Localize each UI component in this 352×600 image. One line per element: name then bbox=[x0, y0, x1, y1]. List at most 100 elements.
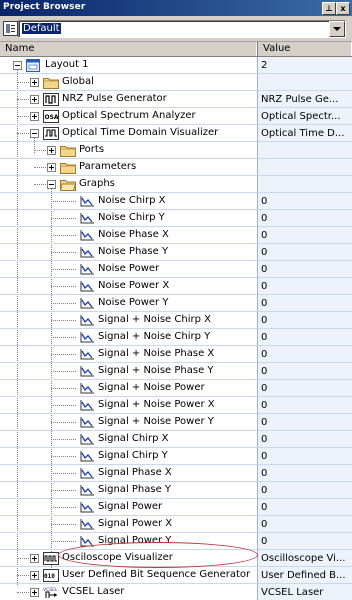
svg-text:010: 010 bbox=[44, 573, 55, 580]
tree-item-graph[interactable]: Signal + Noise Chirp X 0 bbox=[0, 312, 352, 329]
tree-item-label: NRZ Pulse Generator bbox=[62, 93, 167, 104]
tree-item-label: Signal + Noise Power X bbox=[98, 399, 215, 410]
tree-item-vcsel-laser[interactable]: VCSEL VCSEL Laser VCSEL Laser bbox=[0, 584, 352, 600]
tree-item-ports[interactable]: Ports bbox=[0, 142, 352, 159]
tree-item-graph[interactable]: Noise Power 0 bbox=[0, 261, 352, 278]
tree-item-value: Oscilloscope Vi... bbox=[261, 553, 346, 564]
tree-item-graph[interactable]: Noise Power Y 0 bbox=[0, 295, 352, 312]
collapse-icon[interactable] bbox=[13, 61, 22, 70]
graph-icon bbox=[79, 433, 95, 446]
tree-item-graph[interactable]: Signal + Noise Power Y 0 bbox=[0, 414, 352, 431]
tree-item-label: Signal + Noise Power Y bbox=[98, 416, 214, 427]
tree-item-graph[interactable]: Signal + Noise Phase Y 0 bbox=[0, 363, 352, 380]
chevron-down-icon[interactable] bbox=[329, 21, 345, 37]
tree-item-nrz-pulse-generator[interactable]: NRZ Pulse Generator NRZ Pulse Ge... bbox=[0, 91, 352, 108]
graph-icon bbox=[79, 484, 95, 497]
tree-item-label: Optical Spectrum Analyzer bbox=[62, 110, 196, 121]
tree-item-label: Signal Power bbox=[98, 501, 163, 512]
layout-list-icon[interactable] bbox=[3, 21, 18, 36]
tree-item-value: 0 bbox=[261, 349, 268, 360]
expand-icon[interactable] bbox=[30, 78, 39, 87]
tree-item-label: Noise Power bbox=[98, 263, 160, 274]
tree-item-graph[interactable]: Signal Power 0 bbox=[0, 499, 352, 516]
tree-item-value: 0 bbox=[261, 519, 268, 530]
tree-item-value: 0 bbox=[261, 451, 268, 462]
tree-item-graph[interactable]: Signal Chirp X 0 bbox=[0, 431, 352, 448]
tree-item-graph[interactable]: Signal Power Y 0 bbox=[0, 533, 352, 550]
tree-item-graphs[interactable]: Graphs bbox=[0, 176, 352, 193]
graph-icon bbox=[79, 348, 95, 361]
folder-icon bbox=[43, 76, 59, 89]
tree-item-graph[interactable]: Signal Phase X 0 bbox=[0, 465, 352, 482]
pin-button[interactable]: ⊥ bbox=[322, 2, 336, 15]
tree-item-value: 0 bbox=[261, 417, 268, 428]
tree-item-label: Ports bbox=[79, 144, 105, 155]
tree-item-graph[interactable]: Signal Power X 0 bbox=[0, 516, 352, 533]
tree-item-graph[interactable]: Signal + Noise Power X 0 bbox=[0, 397, 352, 414]
expand-icon[interactable] bbox=[30, 571, 39, 580]
expand-icon[interactable] bbox=[30, 95, 39, 104]
time-domain-visualizer-icon bbox=[43, 127, 59, 140]
pulse-generator-icon bbox=[43, 93, 59, 106]
tree-item-graph[interactable]: Noise Chirp Y 0 bbox=[0, 210, 352, 227]
tree-item-value: 0 bbox=[261, 298, 268, 309]
tree-item-value: 0 bbox=[261, 315, 268, 326]
tree-item-layout[interactable]: Layout 1 2 bbox=[0, 57, 352, 74]
expand-icon[interactable] bbox=[30, 112, 39, 121]
tree-item-label: VCSEL Laser bbox=[62, 586, 125, 597]
tree-item-user-defined-bit-sequence-generator[interactable]: 010 User Defined Bit Sequence Generator … bbox=[0, 567, 352, 584]
tree-item-oscilloscope-visualizer[interactable]: Osciloscope Visualizer Oscilloscope Vi..… bbox=[0, 550, 352, 567]
collapse-icon[interactable] bbox=[47, 180, 56, 189]
layout-select[interactable]: Default bbox=[18, 20, 346, 38]
tree-item-graph[interactable]: Signal + Noise Phase X 0 bbox=[0, 346, 352, 363]
tree-item-parameters[interactable]: Parameters bbox=[0, 159, 352, 176]
tree-item-label: Signal Phase Y bbox=[98, 484, 172, 495]
tree-item-graph[interactable]: Noise Phase X 0 bbox=[0, 227, 352, 244]
tree-item-value: 0 bbox=[261, 196, 268, 207]
graph-icon bbox=[79, 416, 95, 429]
tree-item-graph[interactable]: Noise Chirp X 0 bbox=[0, 193, 352, 210]
tree-item-value: VCSEL Laser bbox=[261, 587, 324, 598]
tree-item-label: Signal Chirp Y bbox=[98, 450, 168, 461]
expand-icon[interactable] bbox=[47, 163, 56, 172]
tree-item-graph[interactable]: Signal + Noise Chirp Y 0 bbox=[0, 329, 352, 346]
expand-icon[interactable] bbox=[30, 588, 39, 597]
tree-item-global[interactable]: Global bbox=[0, 74, 352, 91]
collapse-icon[interactable] bbox=[30, 129, 39, 138]
tree-item-value: 0 bbox=[261, 230, 268, 241]
tree-item-label: Noise Chirp X bbox=[98, 195, 166, 206]
tree-item-label: Osciloscope Visualizer bbox=[62, 552, 173, 563]
graph-icon bbox=[79, 518, 95, 531]
tree-item-value: 0 bbox=[261, 281, 268, 292]
column-header-value[interactable]: Value bbox=[258, 42, 352, 56]
folder-icon bbox=[60, 144, 76, 157]
tree-item-value: 0 bbox=[261, 434, 268, 445]
svg-text:OSA: OSA bbox=[45, 114, 59, 121]
tree-item-label: Noise Chirp Y bbox=[98, 212, 165, 223]
tree-item-graph[interactable]: Noise Phase Y 0 bbox=[0, 244, 352, 261]
graph-icon bbox=[79, 501, 95, 514]
expand-icon[interactable] bbox=[30, 554, 39, 563]
tree-item-graph[interactable]: Noise Power X 0 bbox=[0, 278, 352, 295]
tree-item-optical-spectrum-analyzer[interactable]: OSA Optical Spectrum Analyzer Optical Sp… bbox=[0, 108, 352, 125]
tree-item-label: Signal Chirp X bbox=[98, 433, 169, 444]
tree-item-label: Optical Time Domain Visualizer bbox=[62, 127, 219, 138]
project-tree: Layout 1 2 Global NRZ Pulse Generator NR… bbox=[0, 57, 352, 600]
tree-item-graph[interactable]: Signal + Noise Power 0 bbox=[0, 380, 352, 397]
graph-icon bbox=[79, 212, 95, 225]
tree-item-value: 0 bbox=[261, 502, 268, 513]
tree-item-graph[interactable]: Signal Phase Y 0 bbox=[0, 482, 352, 499]
tree-item-value: 0 bbox=[261, 536, 268, 547]
expand-icon[interactable] bbox=[47, 146, 56, 155]
graph-icon bbox=[79, 365, 95, 378]
tree-item-optical-time-domain-visualizer[interactable]: Optical Time Domain Visualizer Optical T… bbox=[0, 125, 352, 142]
close-button[interactable]: x bbox=[336, 2, 350, 15]
tree-item-label: Noise Power X bbox=[98, 280, 170, 291]
tree-item-value: 0 bbox=[261, 247, 268, 258]
graph-icon bbox=[79, 450, 95, 463]
tree-item-label: Noise Phase Y bbox=[98, 246, 169, 257]
tree-item-graph[interactable]: Signal Chirp Y 0 bbox=[0, 448, 352, 465]
column-header-name[interactable]: Name bbox=[0, 42, 258, 56]
graph-icon bbox=[79, 263, 95, 276]
tree-item-label: Graphs bbox=[79, 178, 115, 189]
